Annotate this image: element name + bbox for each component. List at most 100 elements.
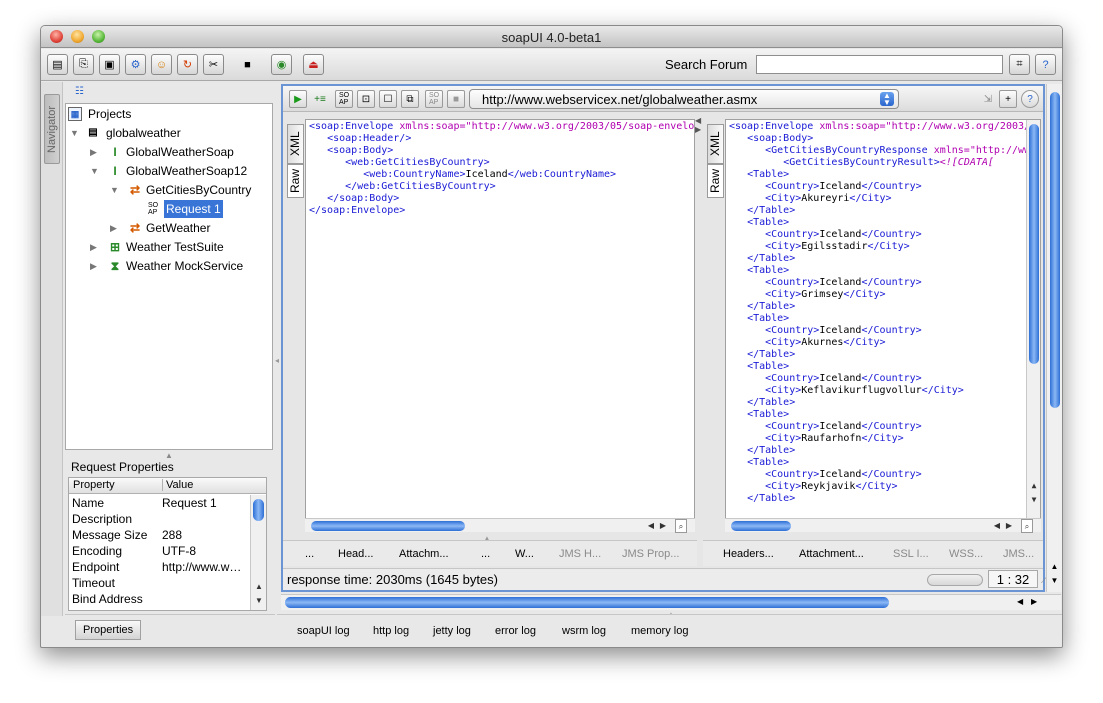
tab-properties[interactable]: Properties [75, 620, 142, 640]
tab-request-attachments[interactable]: Attachm... [399, 548, 449, 560]
new-project-icon[interactable]: ▤ [47, 54, 68, 75]
tree-item-mockservice[interactable]: ▶ ⧗ Weather MockService [90, 257, 270, 275]
tab-response-xml[interactable]: XML [707, 124, 724, 164]
tab-request-wss[interactable]: ... [481, 548, 490, 560]
column-header-property[interactable]: Property [73, 479, 115, 491]
collapsed-arrow-icon[interactable]: ▶ [90, 143, 100, 161]
splitter-handle[interactable]: ▲ [165, 451, 173, 460]
stop-icon[interactable]: ■ [237, 54, 258, 75]
column-header-value[interactable]: Value [162, 479, 193, 491]
tab-response-wss[interactable]: WSS... [949, 548, 983, 560]
tab-soapui-log[interactable]: soapUI log [297, 625, 350, 637]
tree-item-testsuite[interactable]: ▶ ⊞ Weather TestSuite [90, 238, 270, 256]
request-hscrollbar[interactable]: ◀ ▶ ⌕ [305, 518, 695, 533]
scroll-thumb[interactable] [253, 499, 264, 521]
options-icon[interactable]: ⇲ [979, 90, 997, 108]
search-forum-input[interactable] [756, 55, 1003, 74]
tab-request-auth[interactable]: ... [305, 548, 314, 560]
preferences-icon[interactable]: ⚙ [125, 54, 146, 75]
scroll-thumb[interactable] [311, 521, 465, 531]
tab-request-jms-props[interactable]: JMS Prop... [622, 548, 679, 560]
scroll-left-icon[interactable]: ◀ [645, 519, 657, 533]
scroll-down-icon[interactable]: ▼ [1047, 576, 1062, 585]
tree-item-project[interactable]: ▼ ▤ globalweather [70, 124, 270, 142]
tree-item-projects[interactable]: ▦ Projects [68, 105, 268, 123]
properties-table[interactable]: Property Value Name Request 1 Description… [68, 477, 267, 611]
scroll-up-icon[interactable]: ▲ [251, 581, 266, 593]
tab-jetty-log[interactable]: jetty log [433, 625, 471, 637]
request-xml-editor[interactable]: <soap:Envelope xmlns:soap="http://www.w3… [305, 119, 695, 519]
table-row[interactable]: Name Request 1 [69, 495, 249, 511]
tree-item-request[interactable]: SO AP Request 1 [146, 200, 270, 218]
navigator-tab[interactable]: Navigator [44, 94, 60, 164]
single-view-icon[interactable]: ☐ [379, 90, 397, 108]
table-row[interactable]: Endpointhttp://www.webservicex.net/globa… [69, 559, 249, 575]
help-icon[interactable]: ? [1035, 54, 1056, 75]
soap-action-icon[interactable]: SO AP [425, 90, 443, 108]
tab-response-ssl[interactable]: SSL I... [893, 548, 929, 560]
scroll-right-icon[interactable]: ▶ [1003, 519, 1015, 533]
scroll-thumb[interactable] [1050, 92, 1060, 408]
clone-icon[interactable]: ⧉ [401, 90, 419, 108]
scroll-down-icon[interactable]: ▼ [1027, 494, 1040, 506]
table-row[interactable]: Bind Address [69, 591, 249, 607]
tab-response-attachments[interactable]: Attachment... [799, 548, 864, 560]
expanded-arrow-icon[interactable]: ▼ [70, 124, 80, 142]
save-all-icon[interactable]: ▣ [99, 54, 120, 75]
sync-icon[interactable]: ↻ [177, 54, 198, 75]
import-project-icon[interactable]: ⎘ [73, 54, 94, 75]
scroll-thumb[interactable] [1029, 124, 1039, 364]
table-row[interactable]: Message Size 288 [69, 527, 249, 543]
desktop-vscrollbar[interactable]: ▲ ▼ [1046, 84, 1062, 592]
tools-icon[interactable]: ✂ [203, 54, 224, 75]
scroll-up-icon[interactable]: ▲ [1027, 480, 1040, 492]
collapsed-arrow-icon[interactable]: ▶ [110, 219, 120, 237]
scroll-thumb[interactable] [285, 597, 889, 608]
tree-options-icon[interactable]: ☷ [75, 86, 84, 97]
tab-request-jms-header[interactable]: JMS H... [559, 548, 601, 560]
collapsed-arrow-icon[interactable]: ▶ [90, 238, 100, 256]
split-icon[interactable]: + [999, 90, 1017, 108]
tab-request-raw[interactable]: Raw [287, 164, 304, 198]
scroll-down-icon[interactable]: ▼ [251, 595, 266, 607]
response-hscrollbar[interactable]: ◀ ▶ ⌕ [725, 518, 1041, 533]
tab-request-xml[interactable]: XML [287, 124, 304, 164]
splitter-handle[interactable]: ◂ [275, 356, 279, 365]
desktop-hscrollbar[interactable]: ◀ ▶ [281, 594, 1061, 610]
tab-response-headers[interactable]: Headers... [723, 548, 774, 560]
zoom-icon[interactable]: ⌕ [675, 519, 687, 533]
tree-item-operation[interactable]: ▼ ⇄ GetCitiesByCountry [110, 181, 270, 199]
scroll-right-icon[interactable]: ▶ [1031, 597, 1037, 606]
properties-scrollbar[interactable]: ▲ ▼ [250, 495, 266, 610]
table-row[interactable]: Encoding UTF-8 [69, 543, 249, 559]
split-arrows-icon[interactable]: ◀ ▶ [695, 116, 701, 134]
submit-request-icon[interactable]: ▶ [289, 90, 307, 108]
project-tree[interactable]: ▦ Projects ▼ ▤ globalweather ▶ I GlobalW… [65, 103, 273, 450]
tab-memory-log[interactable]: memory log [631, 625, 688, 637]
table-row[interactable]: Description [69, 511, 249, 527]
proxy-icon[interactable]: ☺ [151, 54, 172, 75]
tab-error-log[interactable]: error log [495, 625, 536, 637]
expanded-arrow-icon[interactable]: ▼ [90, 162, 100, 180]
collapsed-arrow-icon[interactable]: ▶ [90, 257, 100, 275]
search-go-icon[interactable]: ⌗ [1009, 54, 1030, 75]
tab-response-jms[interactable]: JMS... [1003, 548, 1034, 560]
scroll-left-icon[interactable]: ◀ [991, 519, 1003, 533]
soap-version-icon[interactable]: SO AP [335, 90, 353, 108]
response-xml-editor[interactable]: <soap:Envelope xmlns:soap="http://www.w3… [725, 119, 1041, 519]
tree-item-operation[interactable]: ▶ ⇄ GetWeather [110, 219, 270, 237]
tree-item-interface[interactable]: ▶ I GlobalWeatherSoap [90, 143, 270, 161]
table-row[interactable]: Timeout [69, 575, 249, 591]
monitor-icon[interactable]: ◉ [271, 54, 292, 75]
scroll-thumb[interactable] [731, 521, 791, 531]
tab-http-log[interactable]: http log [373, 625, 409, 637]
editor-help-icon[interactable]: ? [1021, 90, 1039, 108]
zoom-icon[interactable]: ⌕ [1021, 519, 1033, 533]
tab-request-headers[interactable]: Head... [338, 548, 373, 560]
add-assertion-icon[interactable]: +≡ [311, 90, 329, 108]
scroll-up-icon[interactable]: ▲ [1047, 562, 1062, 571]
endpoint-select[interactable]: http://www.webservicex.net/globalweather… [469, 89, 899, 109]
tree-item-interface[interactable]: ▼ I GlobalWeatherSoap12 [90, 162, 270, 180]
tile-icon[interactable]: ⊡ [357, 90, 375, 108]
scroll-left-icon[interactable]: ◀ [1017, 597, 1023, 606]
